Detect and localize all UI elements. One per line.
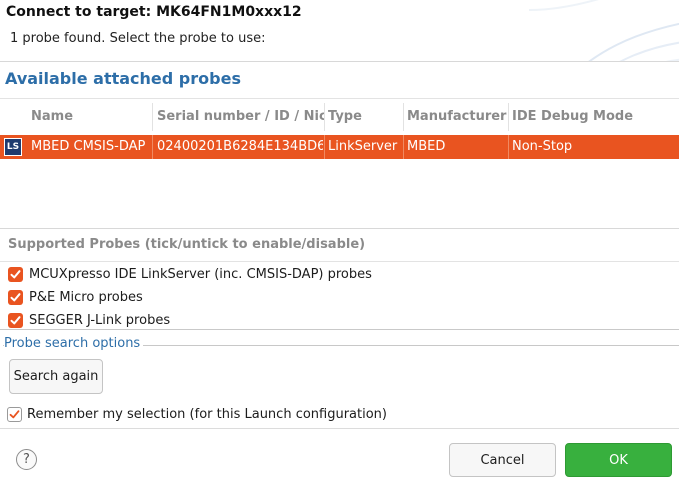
supported-probe-pemicro[interactable]: P&E Micro probes [8,287,143,307]
checkmark-icon [10,269,21,278]
column-header-name[interactable]: Name [31,109,149,124]
probe-type-cell: LinkServer [328,139,398,154]
supported-probe-jlink[interactable]: SEGGER J-Link probes [8,310,170,330]
column-header-serial[interactable]: Serial number / ID / Nic [157,109,324,124]
cell-divider [324,135,325,159]
probe-name-cell: MBED CMSIS-DAP [31,139,146,154]
help-icon[interactable]: ? [16,449,37,470]
column-divider[interactable] [508,103,509,131]
checkbox-checked[interactable] [8,266,23,282]
probe-search-options-group: Probe search options Search again [3,336,679,398]
probes-section-title: Available attached probes [5,69,241,88]
supported-probe-label: MCUXpresso IDE LinkServer (inc. CMSIS-DA… [29,266,372,282]
supported-probe-linkserver[interactable]: MCUXpresso IDE LinkServer (inc. CMSIS-DA… [8,264,372,284]
divider [0,428,679,429]
probe-manufacturer-cell: MBED [407,139,446,154]
table-row[interactable]: LS MBED CMSIS-DAP 02400201B6284E134BD6 L… [0,135,679,159]
column-header-debug-mode[interactable]: IDE Debug Mode [512,109,672,124]
dialog-title: Connect to target: MK64FN1M0xxx12 [6,4,302,20]
remember-selection-label: Remember my selection (for this Launch c… [27,406,387,422]
divider [0,261,679,262]
supported-probes-panel: Supported Probes (tick/untick to enable/… [0,230,679,330]
checkbox-checked[interactable] [8,312,23,328]
supported-probe-label: P&E Micro probes [29,289,143,305]
probes-table: Name Serial number / ID / Nic Type Manuf… [0,98,679,229]
checkmark-icon [9,409,20,418]
cancel-button[interactable]: Cancel [449,443,556,477]
column-divider[interactable] [152,103,153,131]
search-again-button[interactable]: Search again [9,359,103,394]
supported-probe-label: SEGGER J-Link probes [29,312,171,328]
supported-probes-title: Supported Probes (tick/untick to enable/… [8,237,366,252]
probe-debug-mode-cell: Non-Stop [512,139,573,154]
column-header-type[interactable]: Type [328,109,400,124]
ok-button[interactable]: OK [565,443,672,477]
remember-selection[interactable]: Remember my selection (for this Launch c… [7,404,387,424]
column-header-manufacturer[interactable]: Manufacturer [407,109,507,124]
checkmark-icon [10,315,21,324]
cell-divider [403,135,404,159]
table-header: Name Serial number / ID / Nic Type Manuf… [0,99,679,135]
column-divider[interactable] [403,103,404,131]
linkserver-icon: LS [4,138,22,156]
header-decoration [529,0,679,61]
probe-search-options-legend: Probe search options [4,336,144,351]
cell-divider [508,135,509,159]
cell-divider [152,135,153,159]
dialog-header: Connect to target: MK64FN1M0xxx12 1 prob… [0,0,679,62]
probe-serial-cell: 02400201B6284E134BD6 [157,139,323,154]
checkmark-icon [10,292,21,301]
checkbox-checked[interactable] [7,406,22,422]
checkbox-checked[interactable] [8,289,23,305]
column-divider[interactable] [324,103,325,131]
dialog-subtitle: 1 probe found. Select the probe to use: [10,31,266,46]
